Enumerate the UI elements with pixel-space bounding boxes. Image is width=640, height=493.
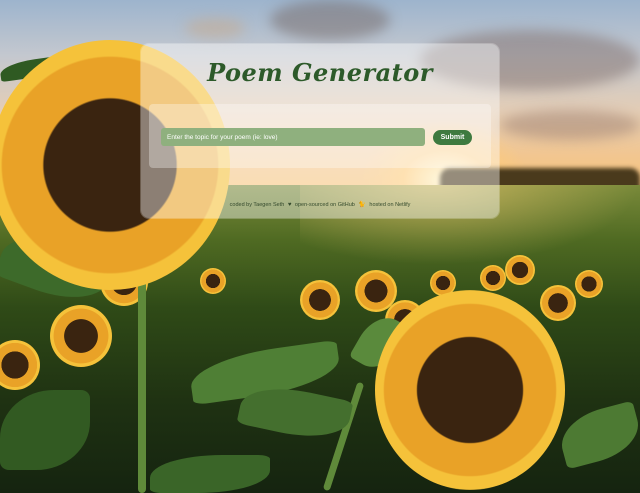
sunflower (575, 270, 603, 298)
cloud (500, 110, 640, 140)
sunflower (505, 255, 535, 285)
sunflower (200, 268, 226, 294)
sunflower-large (375, 290, 565, 490)
sunflower (540, 285, 576, 321)
generator-card: Poem Generator Submit coded by Taegen Se… (141, 44, 499, 218)
footer: coded by Taegen Seth ♥ open-sourced on G… (141, 201, 499, 208)
page-title: Poem Generator (207, 58, 433, 87)
sunflower (300, 280, 340, 320)
sunflower (480, 265, 506, 291)
github-link[interactable]: open-sourced on GitHub (295, 202, 355, 208)
heart-icon: ♥ (287, 202, 292, 208)
cloud (270, 0, 390, 40)
sunflower (50, 305, 112, 367)
topic-input[interactable] (161, 128, 425, 146)
cat-icon: 🐈 (358, 202, 366, 208)
cloud (185, 18, 245, 38)
submit-button[interactable]: Submit (433, 130, 472, 145)
stem (138, 270, 146, 493)
netlify-link[interactable]: hosted on Netlify (369, 202, 410, 208)
credit-text: coded by Taegen Seth (229, 202, 285, 208)
